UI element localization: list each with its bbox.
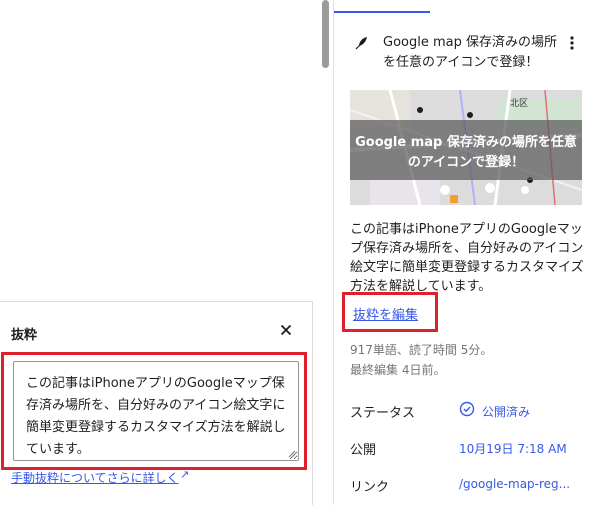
external-link-icon: ↗: [180, 468, 190, 481]
status-value-button[interactable]: 公開済み: [482, 403, 530, 420]
excerpt-highlight-frame: この記事はiPhoneアプリのGoogleマップ保存済み場所を、自分好みのアイコ…: [1, 352, 307, 470]
edit-excerpt-highlight-frame: 抜粋を編集: [342, 292, 438, 332]
close-button[interactable]: [277, 321, 295, 339]
learn-more-link[interactable]: 手動抜粋についてさらに詳しく: [11, 469, 179, 486]
published-check-icon: [459, 401, 475, 417]
post-stats: 917単語、読了時間 5分。 最終編集 4日前。: [350, 340, 492, 380]
excerpt-popover: 抜粋 この記事はiPhoneアプリのGoogleマップ保存済み場所を、自分好みの…: [0, 301, 313, 505]
publish-label: 公開: [350, 443, 377, 458]
quill-icon: [355, 37, 367, 50]
resize-grip-icon[interactable]: [288, 450, 296, 458]
edit-excerpt-link[interactable]: 抜粋を編集: [353, 304, 418, 323]
publish-date-button[interactable]: 10月19日 7:18 AM: [459, 440, 567, 457]
scrollbar-track[interactable]: [313, 0, 333, 505]
settings-sidebar: Google map 保存済みの場所を任意のアイコンで登録！ 北区 Google…: [333, 0, 597, 505]
status-label: ステータス: [350, 406, 416, 421]
excerpt-popover-title: 抜粋: [11, 328, 38, 343]
scrollbar-thumb[interactable]: [322, 0, 329, 68]
permalink-button[interactable]: /google-map-reg...: [459, 477, 570, 491]
last-edited-text: 最終編集 4日前。: [350, 363, 446, 377]
excerpt-preview: この記事はiPhoneアプリのGoogleマップ保存済み場所を、自分好みのアイコ…: [350, 222, 584, 294]
map-district-label: 北区: [510, 98, 528, 109]
active-tab-indicator: [334, 11, 430, 13]
word-count-text: 917単語、読了時間 5分。: [350, 343, 493, 357]
excerpt-textarea[interactable]: この記事はiPhoneアプリのGoogleマップ保存済み場所を、自分好みのアイコ…: [13, 361, 299, 461]
more-options-icon[interactable]: [566, 33, 578, 53]
featured-image[interactable]: 北区 Google map 保存済みの場所を任意のアイコンで登録！: [350, 90, 582, 205]
link-label: リンク: [350, 480, 390, 495]
featured-image-caption: Google map 保存済みの場所を任意のアイコンで登録！: [355, 135, 577, 170]
close-icon: [280, 324, 292, 336]
post-title: Google map 保存済みの場所を任意のアイコンで登録！: [383, 35, 557, 70]
